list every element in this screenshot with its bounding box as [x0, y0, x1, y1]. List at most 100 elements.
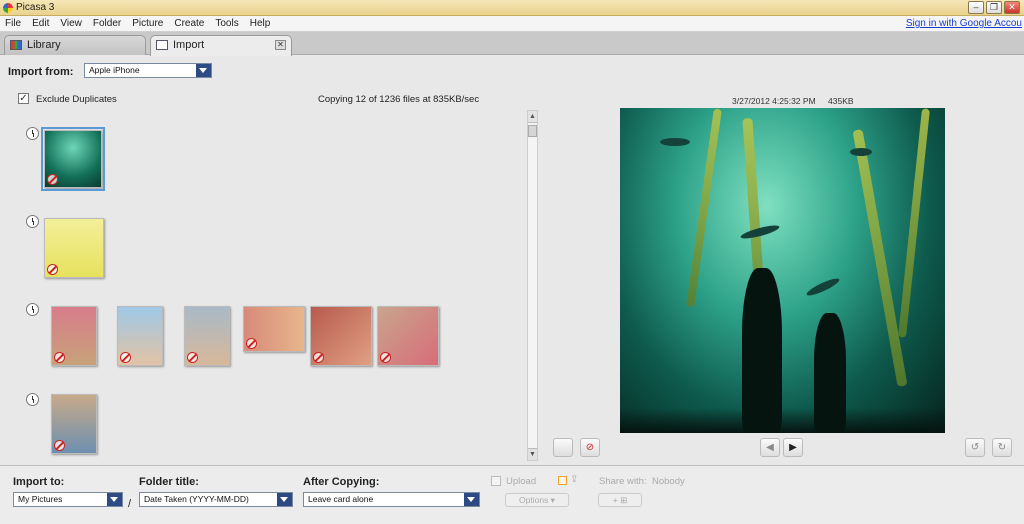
options-button[interactable]: Options ▾: [505, 493, 569, 507]
import-to-label: Import to:: [13, 476, 65, 488]
menu-view[interactable]: View: [60, 18, 82, 29]
copy-status-text: Copying 12 of 1236 files at 835KB/sec: [318, 94, 480, 105]
share-with-label: Share with:: [599, 476, 647, 487]
folder-title-label: Folder title:: [139, 476, 199, 488]
thumbnail-scrollbar[interactable]: ▲ ▼: [527, 110, 538, 461]
share-with-value: Nobody: [652, 476, 685, 487]
window-controls: – ❐ ✕: [968, 1, 1020, 14]
preview-floor: [620, 408, 945, 433]
thumbnail-child-3[interactable]: [184, 306, 230, 366]
exclude-duplicates-checkbox[interactable]: ✓: [18, 93, 29, 104]
import-source-select[interactable]: Apple iPhone: [84, 63, 212, 78]
menu-help[interactable]: Help: [250, 18, 271, 29]
import-source-value: Apple iPhone: [89, 65, 140, 75]
sign-in-link[interactable]: Sign in with Google Accou: [906, 18, 1022, 29]
menu-bar: File Edit View Folder Picture Create Too…: [0, 16, 1024, 32]
import-to-select[interactable]: My Pictures: [13, 492, 123, 507]
previous-photo-button[interactable]: ◀: [760, 438, 780, 457]
fish-shape: [850, 148, 872, 156]
rotate-right-button[interactable]: ↻: [992, 438, 1012, 457]
tab-bar: Library Import ✕: [0, 32, 1024, 56]
kelp-shape: [686, 108, 722, 308]
upload-arrow-icon: ⇪: [570, 474, 579, 485]
not-imported-icon: ⊘: [585, 442, 595, 453]
thumbnail-child-2[interactable]: [117, 306, 163, 366]
menu-file[interactable]: File: [5, 18, 21, 29]
tab-import[interactable]: Import ✕: [150, 35, 292, 56]
chevron-down-icon: [196, 64, 211, 77]
after-copying-value: Leave card alone: [308, 494, 374, 504]
tab-library[interactable]: Library: [4, 35, 146, 55]
picasa-logo-icon: [3, 3, 13, 13]
thumbnail-family-2[interactable]: [310, 306, 372, 366]
menu-edit[interactable]: Edit: [32, 18, 49, 29]
thumbnail-child-4[interactable]: [51, 394, 97, 454]
import-options-panel: Import to: My Pictures / Folder title: D…: [0, 465, 1024, 524]
not-imported-icon: [54, 440, 65, 451]
next-photo-button[interactable]: ▶: [783, 438, 803, 457]
minimize-button[interactable]: –: [968, 1, 984, 14]
rotate-left-icon: ↺: [970, 442, 980, 453]
exclude-duplicates-label: Exclude Duplicates: [36, 94, 117, 105]
add-people-button[interactable]: + ⊞: [598, 493, 642, 507]
library-icon: [10, 40, 22, 50]
kelp-shape: [898, 108, 930, 338]
not-imported-icon: [313, 352, 324, 363]
clock-icon: [26, 127, 39, 140]
not-imported-icon: [47, 264, 58, 275]
not-imported-icon: [380, 352, 391, 363]
menu-create[interactable]: Create: [174, 18, 204, 29]
thumbnail-child-1[interactable]: [51, 306, 97, 366]
after-copying-select[interactable]: Leave card alone: [303, 492, 480, 507]
rotate-right-icon: ↻: [997, 442, 1007, 453]
scroll-thumb[interactable]: [528, 125, 537, 137]
not-imported-icon: [246, 338, 257, 349]
import-icon: [156, 40, 168, 50]
not-imported-icon: [187, 352, 198, 363]
path-separator: /: [128, 498, 132, 510]
rotate-left-button[interactable]: ↺: [965, 438, 985, 457]
preview-date: 3/27/2012 4:25:32 PM: [732, 96, 816, 106]
tab-library-label: Library: [27, 39, 61, 51]
after-copying-label: After Copying:: [303, 476, 380, 488]
menu-folder[interactable]: Folder: [93, 18, 121, 29]
clock-icon: [26, 393, 39, 406]
clock-icon: [26, 303, 39, 316]
select-button[interactable]: [553, 438, 573, 457]
fish-shape: [660, 138, 690, 146]
folder-title-select[interactable]: Date Taken (YYYY-MM-DD): [139, 492, 293, 507]
thumbnail-yellow-card[interactable]: [44, 218, 104, 278]
scroll-up-button[interactable]: ▲: [528, 111, 537, 123]
preview-size: 435KB: [828, 96, 854, 106]
close-button[interactable]: ✕: [1004, 1, 1020, 14]
fish-shape: [804, 275, 842, 299]
scroll-down-button[interactable]: ▼: [528, 448, 537, 460]
upload-label: Upload: [506, 476, 537, 487]
chevron-down-icon: [107, 493, 122, 506]
thumbnail-grid: [18, 110, 524, 460]
not-imported-icon: [120, 352, 131, 363]
chevron-down-icon: [277, 493, 292, 506]
menu-picture[interactable]: Picture: [132, 18, 163, 29]
import-to-value: My Pictures: [18, 494, 63, 504]
not-imported-icon: [47, 174, 58, 185]
menu-tools[interactable]: Tools: [215, 18, 238, 29]
upload-checkbox[interactable]: [491, 476, 501, 486]
preview-image: [620, 108, 945, 433]
thumbnail-family-3[interactable]: [377, 306, 439, 366]
close-tab-icon[interactable]: ✕: [275, 40, 286, 50]
exclude-photo-button[interactable]: ⊘: [580, 438, 600, 457]
import-from-label: Import from:: [8, 66, 74, 78]
not-imported-icon: [54, 352, 65, 363]
folder-title-value: Date Taken (YYYY-MM-DD): [144, 494, 249, 504]
chevron-down-icon: [464, 493, 479, 506]
restore-button[interactable]: ❐: [986, 1, 1002, 14]
share-toggle-icon[interactable]: [558, 476, 567, 485]
tab-import-label: Import: [173, 39, 205, 51]
title-bar: Picasa 3 – ❐ ✕: [0, 0, 1024, 16]
thumbnail-family-1[interactable]: [243, 306, 305, 352]
kelp-shape: [852, 129, 908, 387]
clock-icon: [26, 215, 39, 228]
thumbnail-aquarium[interactable]: [41, 127, 105, 191]
preview-info: 3/27/2012 4:25:32 PM 435KB: [732, 96, 854, 106]
